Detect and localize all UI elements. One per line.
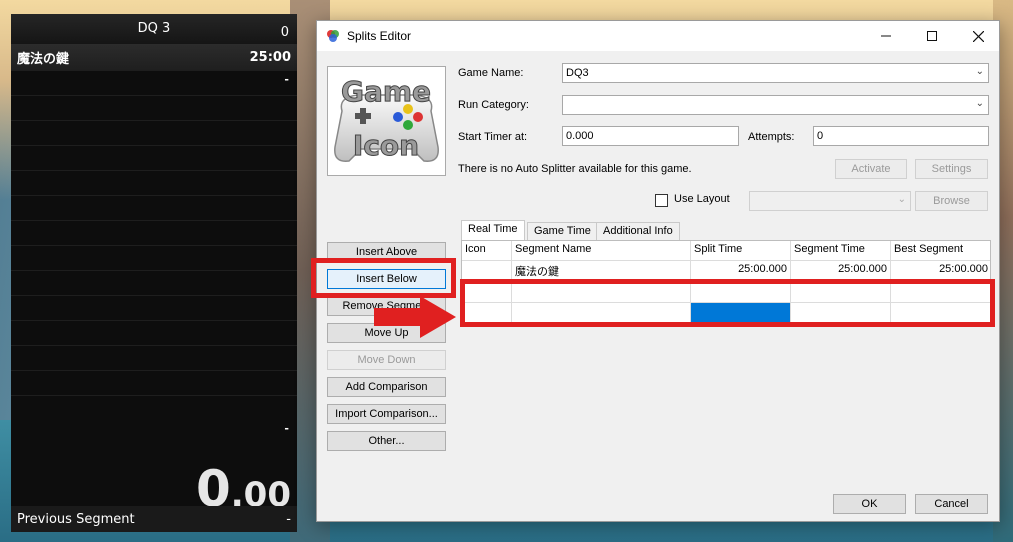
start-timer-input[interactable]: 0.000 (562, 126, 739, 146)
use-layout-label: Use Layout (674, 193, 730, 205)
activate-button[interactable]: Activate (835, 159, 907, 179)
other-button[interactable]: Other... (327, 431, 446, 451)
chevron-down-icon: ⌄ (975, 98, 984, 109)
annotation-highlight-insert-below (311, 258, 456, 298)
game-icon-text-line2: Icon (353, 129, 419, 162)
column-header-segment-name[interactable]: Segment Name (512, 241, 691, 261)
timer-blank-row (11, 220, 297, 245)
timer-blank-row (11, 95, 297, 120)
browse-button[interactable]: Browse (915, 191, 988, 211)
livesplit-app-icon (327, 30, 339, 42)
timer-header: DQ 3 0 (11, 14, 297, 44)
timer-final-dash: - (284, 422, 289, 435)
column-header-split-time[interactable]: Split Time (691, 241, 791, 261)
timer-blank-row (11, 320, 297, 345)
timer-blank-row: - (11, 70, 297, 95)
minimize-icon[interactable] (863, 21, 909, 51)
maximize-icon[interactable] (909, 21, 955, 51)
attempts-label: Attempts: (748, 131, 795, 143)
game-icon-picture[interactable]: Game Icon (327, 66, 446, 176)
cancel-button[interactable]: Cancel (915, 494, 988, 514)
timer-game-title: DQ 3 (137, 21, 171, 36)
tab-real-time[interactable]: Real Time (461, 220, 525, 240)
autosplitter-status-text: There is no Auto Splitter available for … (458, 163, 692, 175)
add-comparison-button[interactable]: Add Comparison (327, 377, 446, 397)
window-title: Splits Editor (347, 29, 412, 43)
timer-blank-row (11, 370, 297, 395)
timer-attempt-count: 0 (280, 25, 289, 40)
gamepad-icon: Game Icon (334, 75, 439, 163)
chevron-down-icon: ⌄ (975, 66, 984, 77)
window-titlebar[interactable]: Splits Editor (317, 21, 999, 51)
attempts-input[interactable]: 0 (813, 126, 989, 146)
timer-blank-row (11, 170, 297, 195)
timer-blank-row (11, 395, 297, 420)
previous-segment-label: Previous Segment (17, 511, 135, 527)
previous-segment-value: - (286, 511, 291, 527)
start-timer-value: 0.000 (566, 130, 594, 142)
timer-blank-row (11, 345, 297, 370)
annotation-arrow-icon (374, 296, 456, 338)
close-icon[interactable] (955, 21, 1001, 51)
game-icon-text-line1: Game (341, 75, 431, 108)
timer-segment-name: 魔法の鍵 (17, 51, 70, 67)
column-header-icon[interactable]: Icon (462, 241, 512, 261)
ok-button[interactable]: OK (833, 494, 906, 514)
timer-blank-row (11, 245, 297, 270)
run-category-combobox[interactable]: ⌄ (562, 95, 989, 115)
column-header-segment-time[interactable]: Segment Time (791, 241, 891, 261)
settings-button[interactable]: Settings (915, 159, 988, 179)
run-category-label: Run Category: (458, 99, 529, 111)
timer-blank-row (11, 120, 297, 145)
use-layout-checkbox[interactable] (655, 194, 668, 207)
attempts-value: 0 (817, 130, 824, 142)
start-timer-label: Start Timer at: (458, 131, 528, 143)
column-header-best-segment[interactable]: Best Segment (891, 241, 990, 261)
timer-blank-row (11, 145, 297, 170)
tab-game-time[interactable]: Game Time (527, 222, 598, 240)
grid-header-row: Icon Segment Name Split Time Segment Tim… (462, 241, 990, 261)
timer-blank-row (11, 195, 297, 220)
layout-path-combobox[interactable]: ⌄ (749, 191, 911, 211)
import-comparison-button[interactable]: Import Comparison... (327, 404, 446, 424)
livesplit-timer-window[interactable]: DQ 3 0 魔法の鍵 25:00 - - 0.00 Previous Segm… (11, 14, 297, 532)
timer-delta-dash: - (284, 73, 289, 86)
previous-segment-row: Previous Segment - (11, 506, 297, 532)
tab-additional-info[interactable]: Additional Info (596, 222, 680, 240)
timer-blank-row (11, 295, 297, 320)
chevron-down-icon: ⌄ (897, 194, 906, 205)
move-down-button[interactable]: Move Down (327, 350, 446, 370)
game-name-value: DQ3 (566, 67, 589, 79)
timer-blank-row (11, 270, 297, 295)
timer-segment-row: 魔法の鍵 25:00 (11, 44, 297, 70)
game-name-combobox[interactable]: DQ3 ⌄ (562, 63, 989, 83)
game-name-label: Game Name: (458, 67, 524, 79)
annotation-highlight-new-rows (460, 279, 995, 327)
